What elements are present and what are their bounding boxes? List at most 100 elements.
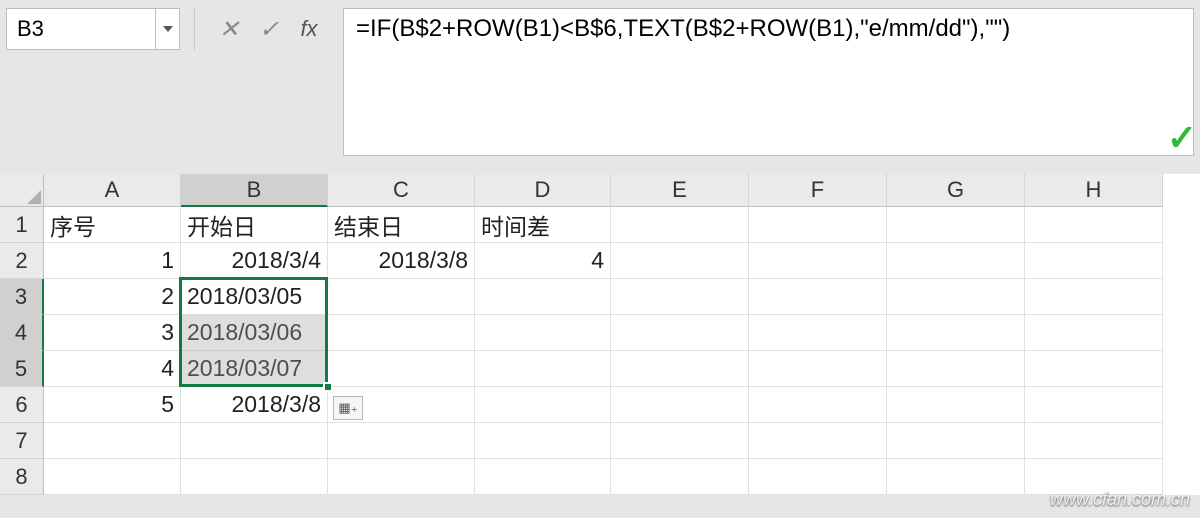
cell-c5[interactable]: [328, 351, 475, 387]
cell-g7[interactable]: [887, 423, 1025, 459]
cell-g4[interactable]: [887, 315, 1025, 351]
row-header-1[interactable]: 1: [0, 207, 44, 243]
cell-e3[interactable]: [611, 279, 749, 315]
cell-d1[interactable]: 时间差: [475, 207, 611, 243]
cell-f2[interactable]: [749, 243, 887, 279]
rows: 1 序号 开始日 结束日 时间差 2 1 2018/3/4 2018/3/8 4…: [0, 207, 1200, 495]
chevron-down-icon: [163, 26, 173, 32]
cell-h7[interactable]: [1025, 423, 1163, 459]
cell-a8[interactable]: [44, 459, 181, 495]
cell-e8[interactable]: [611, 459, 749, 495]
name-box[interactable]: [6, 8, 156, 50]
row-3: 3 2 2018/03/05: [0, 279, 1200, 315]
row-header-3[interactable]: 3: [0, 279, 44, 315]
cell-f7[interactable]: [749, 423, 887, 459]
row-header-5[interactable]: 5: [0, 351, 44, 387]
cell-d7[interactable]: [475, 423, 611, 459]
col-header-f[interactable]: F: [749, 174, 887, 207]
cell-g6[interactable]: [887, 387, 1025, 423]
cell-c1[interactable]: 结束日: [328, 207, 475, 243]
cell-a1[interactable]: 序号: [44, 207, 181, 243]
cell-d3[interactable]: [475, 279, 611, 315]
cell-f5[interactable]: [749, 351, 887, 387]
cell-b8[interactable]: [181, 459, 328, 495]
check-icon: ✓: [259, 15, 279, 44]
row-7: 7: [0, 423, 1200, 459]
cell-f6[interactable]: [749, 387, 887, 423]
insert-function-button[interactable]: fx: [289, 8, 329, 50]
cell-b1[interactable]: 开始日: [181, 207, 328, 243]
cell-d4[interactable]: [475, 315, 611, 351]
cell-f3[interactable]: [749, 279, 887, 315]
cell-f4[interactable]: [749, 315, 887, 351]
cell-d5[interactable]: [475, 351, 611, 387]
col-header-d[interactable]: D: [475, 174, 611, 207]
cell-h3[interactable]: [1025, 279, 1163, 315]
cell-g8[interactable]: [887, 459, 1025, 495]
col-header-a[interactable]: A: [44, 174, 181, 207]
cell-h6[interactable]: [1025, 387, 1163, 423]
cell-b7[interactable]: [181, 423, 328, 459]
cell-c2[interactable]: 2018/3/8: [328, 243, 475, 279]
col-header-b[interactable]: B: [181, 174, 328, 207]
row-6: 6 5 2018/3/8: [0, 387, 1200, 423]
cell-g5[interactable]: [887, 351, 1025, 387]
cell-e1[interactable]: [611, 207, 749, 243]
column-headers: A B C D E F G H: [44, 174, 1200, 207]
cell-a3[interactable]: 2: [44, 279, 181, 315]
cell-b4[interactable]: 2018/03/06: [181, 315, 328, 351]
cell-a4[interactable]: 3: [44, 315, 181, 351]
cell-c3[interactable]: [328, 279, 475, 315]
spreadsheet-grid[interactable]: A B C D E F G H 1 序号 开始日 结束日 时间差 2 1 201…: [0, 174, 1200, 495]
cell-f1[interactable]: [749, 207, 887, 243]
row-8: 8: [0, 459, 1200, 495]
col-header-h[interactable]: H: [1025, 174, 1163, 207]
cell-a5[interactable]: 4: [44, 351, 181, 387]
autofill-options-button[interactable]: ▦₊: [333, 396, 363, 420]
select-all-icon: [27, 190, 41, 204]
cancel-button[interactable]: ✕: [209, 8, 249, 50]
cell-b3[interactable]: 2018/03/05: [181, 279, 328, 315]
cell-g2[interactable]: [887, 243, 1025, 279]
name-box-dropdown[interactable]: [156, 8, 180, 50]
cell-b2[interactable]: 2018/3/4: [181, 243, 328, 279]
cell-e6[interactable]: [611, 387, 749, 423]
row-header-6[interactable]: 6: [0, 387, 44, 423]
cell-e2[interactable]: [611, 243, 749, 279]
autofill-icon: ▦₊: [338, 400, 357, 416]
cell-f8[interactable]: [749, 459, 887, 495]
name-box-wrap: [6, 8, 180, 50]
cell-a7[interactable]: [44, 423, 181, 459]
cell-e5[interactable]: [611, 351, 749, 387]
col-header-e[interactable]: E: [611, 174, 749, 207]
cell-g3[interactable]: [887, 279, 1025, 315]
row-header-8[interactable]: 8: [0, 459, 44, 495]
cell-d2[interactable]: 4: [475, 243, 611, 279]
cell-e4[interactable]: [611, 315, 749, 351]
cell-h4[interactable]: [1025, 315, 1163, 351]
cell-d6[interactable]: [475, 387, 611, 423]
select-all-button[interactable]: [0, 174, 44, 207]
cell-c4[interactable]: [328, 315, 475, 351]
cell-c7[interactable]: [328, 423, 475, 459]
cell-e7[interactable]: [611, 423, 749, 459]
cell-c8[interactable]: [328, 459, 475, 495]
enter-button[interactable]: ✓: [249, 8, 289, 50]
cell-g1[interactable]: [887, 207, 1025, 243]
row-header-4[interactable]: 4: [0, 315, 44, 351]
col-header-g[interactable]: G: [887, 174, 1025, 207]
cell-a2[interactable]: 1: [44, 243, 181, 279]
checkmark-icon: ✓: [1167, 117, 1197, 159]
row-header-2[interactable]: 2: [0, 243, 44, 279]
cell-b6[interactable]: 2018/3/8: [181, 387, 328, 423]
cell-b5[interactable]: 2018/03/07: [181, 351, 328, 387]
cell-h2[interactable]: [1025, 243, 1163, 279]
fill-handle[interactable]: [323, 382, 333, 392]
cell-h1[interactable]: [1025, 207, 1163, 243]
cell-d8[interactable]: [475, 459, 611, 495]
row-header-7[interactable]: 7: [0, 423, 44, 459]
cell-h5[interactable]: [1025, 351, 1163, 387]
col-header-c[interactable]: C: [328, 174, 475, 207]
cell-a6[interactable]: 5: [44, 387, 181, 423]
formula-input[interactable]: =IF(B$2+ROW(B1)<B$6,TEXT(B$2+ROW(B1),"e/…: [343, 8, 1194, 156]
